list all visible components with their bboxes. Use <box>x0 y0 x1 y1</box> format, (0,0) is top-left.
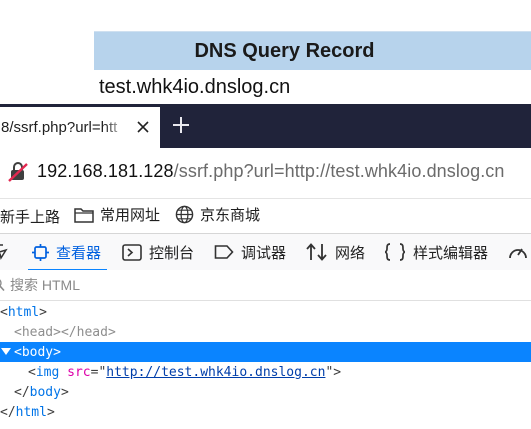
bookmarks-toolbar: 新手上路 常用网址 京东商城 <box>0 199 531 232</box>
bookmark-newbie[interactable]: 新手上路 <box>0 206 60 227</box>
attr-name: src <box>67 364 91 380</box>
img-src-link[interactable]: http://test.whk4io.dnslog.cn <box>106 365 325 380</box>
node-head[interactable]: < head ></head > <box>0 322 531 342</box>
tab-label: 控制台 <box>149 244 195 262</box>
caret-down-icon[interactable] <box>0 347 12 357</box>
tag-name: head <box>21 324 54 340</box>
tab-title: 8/ssrf.php?url=htt <box>1 119 118 136</box>
folder-icon <box>74 207 94 223</box>
tag-name: body <box>21 344 54 360</box>
url-path: /ssrf.php?url=http://test.whk4io.dnslog.… <box>173 161 505 181</box>
search-icon <box>0 279 5 292</box>
performance-icon[interactable] <box>508 234 531 270</box>
devtools-toolbar: 查看器 控制台 调试器 网络 样式编辑器 <box>0 233 531 271</box>
bookmark-jd[interactable]: 京东商城 <box>175 204 260 225</box>
bookmark-common-sites[interactable]: 常用网址 <box>74 204 160 225</box>
url-text[interactable]: 192.168.181.128/ssrf.php?url=http://test… <box>37 161 505 182</box>
search-html-row[interactable]: 搜索 HTML <box>0 270 531 301</box>
node-html[interactable]: < html > <box>0 302 531 322</box>
tab-style-editor[interactable]: 样式编辑器 <box>384 234 488 270</box>
tag-name: img <box>35 364 60 380</box>
node-body[interactable]: < body > <box>0 342 531 362</box>
braces-icon <box>384 243 406 261</box>
console-icon <box>122 243 142 261</box>
node-body-close: </body > <box>14 384 69 400</box>
tab-debugger[interactable]: 调试器 <box>214 234 286 270</box>
close-icon[interactable] <box>132 115 154 139</box>
pick-element-icon[interactable] <box>0 234 15 270</box>
inspector-icon <box>32 243 49 261</box>
markup-tree: < html > < head ></head > < body > < img src =" ht… <box>0 301 531 429</box>
tab-label: 查看器 <box>56 244 102 262</box>
search-placeholder: 搜索 HTML <box>10 277 80 293</box>
tag-name: html <box>15 404 47 420</box>
tag-name: html <box>7 304 40 320</box>
bookmark-label: 常用网址 <box>100 207 161 224</box>
tab-label: 网络 <box>335 244 366 262</box>
tab-label: 样式编辑器 <box>413 244 489 262</box>
globe-icon <box>175 205 194 224</box>
url-host: 192.168.181.128 <box>37 161 174 181</box>
dns-header-label: DNS Query Record <box>194 39 375 62</box>
tag-name: body <box>29 384 61 400</box>
dns-record-value: test.whk4io.dnslog.cn <box>99 75 291 98</box>
network-icon <box>306 243 327 261</box>
bookmark-label: 新手上路 <box>0 209 61 226</box>
debugger-icon <box>214 245 234 259</box>
tag-name-close: head <box>76 324 108 340</box>
tab-console[interactable]: 控制台 <box>122 234 194 270</box>
tab-inspector[interactable]: 查看器 <box>27 234 108 271</box>
tab-network[interactable]: 网络 <box>306 234 365 270</box>
tab-label: 调试器 <box>241 244 287 262</box>
browser-tab-active[interactable]: 8/ssrf.php?url=htt <box>0 107 160 148</box>
bookmark-label: 京东商城 <box>200 207 261 224</box>
screenshot: DNS Query Record test.whk4io.dnslog.cn 8… <box>0 0 531 429</box>
node-img[interactable]: < img src =" http://test.whk4io.dnslog.cn "> <box>0 362 531 382</box>
plus-icon[interactable] <box>170 112 192 138</box>
insecure-lock-icon[interactable] <box>7 161 29 183</box>
dns-table-header: DNS Query Record <box>94 31 531 70</box>
node-html-close: </html > <box>0 404 55 420</box>
dns-record-row: test.whk4io.dnslog.cn <box>94 70 531 104</box>
